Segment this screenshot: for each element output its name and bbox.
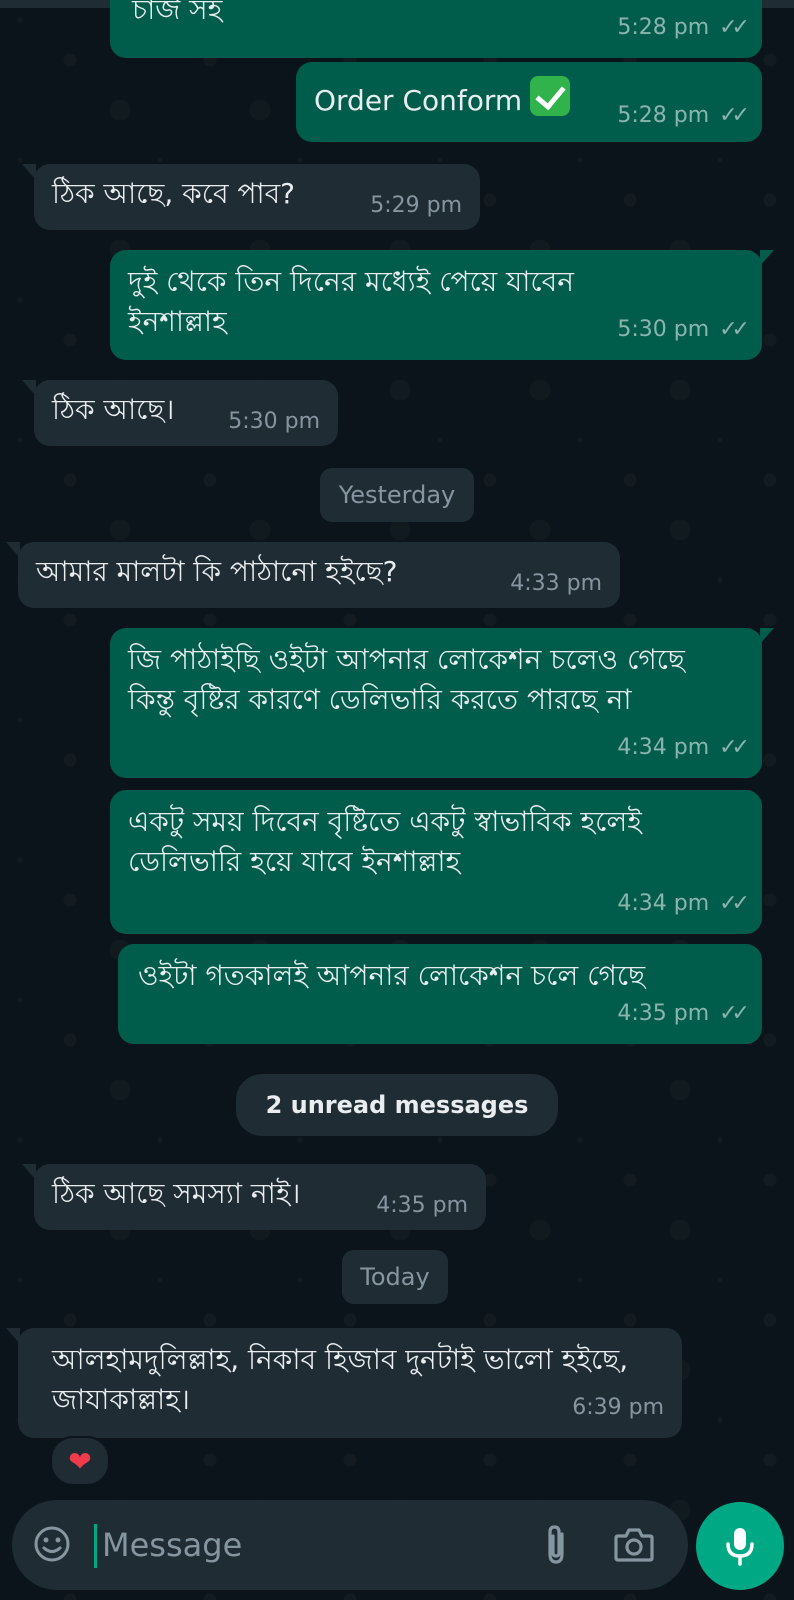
- bubble-tail: [6, 542, 20, 558]
- message-time: 4:35 pm: [376, 1193, 468, 1218]
- message-time: 4:35 pm: [617, 1001, 710, 1026]
- message-text: ওইটা গতকালই আপনার লোকেশন চলে গেছে: [138, 959, 646, 992]
- message-outgoing[interactable]: দুই থেকে তিন দিনের মধ্যেই পেয়ে যাবেন ইন…: [110, 250, 774, 360]
- unread-messages-banner: 2 unread messages: [236, 1074, 558, 1136]
- message-composer: [12, 1500, 688, 1590]
- message-meta: 4:35 pm ✓✓: [617, 994, 750, 1034]
- message-meta: 5:30 pm: [228, 402, 320, 442]
- message-outgoing[interactable]: ওইটা গতকালই আপনার লোকেশন চলে গেছে 4:35 p…: [118, 944, 762, 1044]
- message-time: 5:30 pm: [617, 317, 710, 342]
- message-meta: 5:28 pm ✓✓: [617, 8, 750, 48]
- message-meta: 4:33 pm: [510, 564, 602, 604]
- message-list[interactable]: চার্জ সহ 5:28 pm ✓✓ Order Conform 5:28 p…: [0, 0, 794, 1600]
- text-cursor: [94, 1524, 97, 1568]
- bubble-tail: [760, 628, 774, 644]
- message-meta: 4:35 pm: [376, 1186, 468, 1226]
- message-incoming[interactable]: ঠিক আছে, কবে পাব? 5:29 pm: [22, 164, 480, 230]
- message-text: জি পাঠাইছি ওইটা আপনার লোকেশন চলেও গেছে ক…: [128, 643, 694, 716]
- bubble-tail: [22, 164, 36, 180]
- message-time: 4:34 pm: [617, 735, 710, 760]
- message-meta: 4:34 pm ✓✓: [617, 728, 750, 768]
- read-ticks-icon: ✓✓: [719, 15, 750, 40]
- bubble-tail: [6, 1328, 20, 1344]
- message-meta: 5:29 pm: [370, 186, 462, 226]
- read-ticks-icon: ✓✓: [719, 317, 750, 342]
- date-separator-today: Today: [342, 1250, 448, 1304]
- read-ticks-icon: ✓✓: [719, 103, 750, 128]
- message-outgoing[interactable]: একটু সময় দিবেন বৃষ্টিতে একটু স্বাভাবিক …: [110, 790, 762, 934]
- message-time: 5:29 pm: [370, 193, 462, 218]
- message-outgoing[interactable]: Order Conform 5:28 pm ✓✓: [296, 62, 762, 142]
- bubble-tail: [760, 250, 774, 266]
- bubble-tail: [22, 380, 36, 396]
- message-time: 4:33 pm: [510, 571, 602, 596]
- camera-icon[interactable]: [612, 1524, 656, 1566]
- message-meta: 5:28 pm ✓✓: [617, 96, 750, 136]
- message-time: 4:34 pm: [617, 891, 710, 916]
- microphone-icon[interactable]: [696, 1502, 784, 1590]
- unread-messages-label: 2 unread messages: [265, 1091, 529, 1119]
- read-ticks-icon: ✓✓: [719, 891, 750, 916]
- message-text: একটু সময় দিবেন বৃষ্টিতে একটু স্বাভাবিক …: [128, 805, 651, 878]
- date-separator-label: Yesterday: [338, 481, 456, 509]
- message-meta: 6:39 pm: [572, 1388, 664, 1428]
- message-outgoing[interactable]: জি পাঠাইছি ওইটা আপনার লোকেশন চলেও গেছে ক…: [110, 628, 774, 778]
- message-time: 6:39 pm: [572, 1395, 664, 1420]
- message-time: 5:30 pm: [228, 409, 320, 434]
- message-meta: 4:34 pm ✓✓: [617, 884, 750, 924]
- message-time: 5:28 pm: [617, 15, 710, 40]
- message-incoming[interactable]: ঠিক আছে। 5:30 pm: [22, 380, 338, 446]
- message-text: আলহামদুলিল্লাহ, নিকাব হিজাব দুনটাই ভালো …: [52, 1343, 638, 1416]
- message-time: 5:28 pm: [617, 103, 710, 128]
- message-incoming[interactable]: আলহামদুলিল্লাহ, নিকাব হিজাব দুনটাই ভালো …: [6, 1328, 682, 1438]
- message-outgoing[interactable]: চার্জ সহ 5:28 pm ✓✓: [110, 0, 762, 58]
- smiley-icon[interactable]: [32, 1524, 72, 1564]
- read-ticks-icon: ✓✓: [719, 1001, 750, 1026]
- check-mark-button-icon: [530, 76, 571, 116]
- message-text: দুই থেকে তিন দিনের মধ্যেই পেয়ে যাবেন ইন…: [128, 265, 583, 338]
- message-reaction[interactable]: ❤: [50, 1436, 110, 1486]
- date-separator-label: Today: [360, 1263, 430, 1291]
- message-input[interactable]: [98, 1518, 506, 1572]
- read-ticks-icon: ✓✓: [719, 735, 750, 760]
- paperclip-icon[interactable]: [536, 1522, 576, 1568]
- message-meta: 5:30 pm ✓✓: [617, 310, 750, 350]
- message-text-content: Order Conform: [314, 84, 523, 117]
- heart-icon: ❤: [68, 1444, 92, 1478]
- bubble-tail: [22, 1164, 36, 1180]
- date-separator-yesterday: Yesterday: [320, 468, 474, 522]
- message-incoming[interactable]: ঠিক আছে সমস্যা নাই। 4:35 pm: [22, 1164, 486, 1230]
- message-incoming[interactable]: আমার মালটা কি পাঠানো হইছে? 4:33 pm: [6, 542, 620, 608]
